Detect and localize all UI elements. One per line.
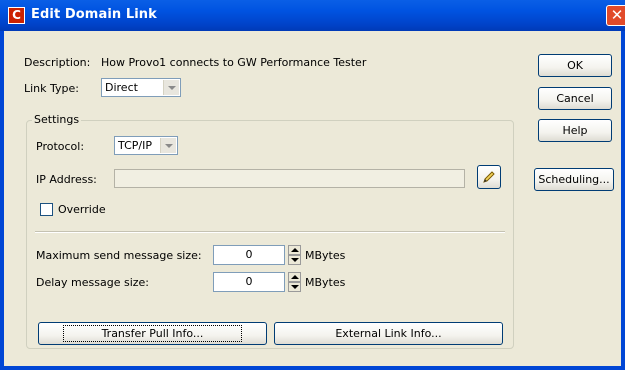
max-send-input[interactable]: 0 [213,245,285,265]
protocol-select[interactable]: TCP/IP [114,136,178,155]
spin-up-icon[interactable] [288,272,301,282]
link-type-select[interactable]: Direct [101,78,181,97]
transfer-pull-info-label: Transfer Pull Info... [62,325,243,342]
override-checkbox[interactable] [40,203,53,216]
max-send-unit: MBytes [305,249,346,262]
description-value: How Provo1 connects to GW Performance Te… [101,56,367,69]
chevron-down-icon[interactable] [160,138,176,153]
transfer-pull-info-button[interactable]: Transfer Pull Info... [38,322,267,345]
pencil-icon [483,171,495,183]
edit-domain-link-dialog: C Edit Domain Link ✕ Description: How Pr… [0,0,625,370]
window-title: Edit Domain Link [31,7,157,22]
delay-label: Delay message size: [36,276,150,289]
cancel-button[interactable]: Cancel [538,87,612,110]
max-send-spinner[interactable] [288,245,301,265]
window-border-left [0,31,4,370]
ip-address-input[interactable] [114,169,465,188]
close-icon[interactable]: ✕ [606,5,625,26]
help-button[interactable]: Help [538,119,612,142]
settings-group [26,120,514,349]
ok-button[interactable]: OK [538,54,612,77]
description-label: Description: [24,56,91,69]
delay-input[interactable]: 0 [213,272,285,292]
protocol-value: TCP/IP [118,139,152,152]
external-link-info-button[interactable]: External Link Info... [274,322,503,345]
edit-ip-button[interactable] [477,165,501,189]
spin-up-icon[interactable] [288,245,301,255]
max-send-label: Maximum send message size: [36,249,202,262]
title-bar[interactable]: C Edit Domain Link ✕ [0,0,625,31]
scheduling-button[interactable]: Scheduling... [534,168,614,191]
override-label: Override [58,203,106,216]
app-icon: C [8,7,25,24]
window-border-right [621,31,625,370]
delay-unit: MBytes [305,276,346,289]
protocol-label: Protocol: [36,140,85,153]
window-border-bottom [0,366,625,370]
ok-label: OK [567,59,583,72]
delay-spinner[interactable] [288,272,301,292]
cancel-label: Cancel [556,92,594,105]
spin-down-icon[interactable] [288,282,301,292]
external-link-info-label: External Link Info... [335,327,442,340]
spin-down-icon[interactable] [288,255,301,265]
link-type-value: Direct [105,81,138,94]
ip-address-label: IP Address: [36,173,97,186]
scheduling-label: Scheduling... [538,173,610,186]
settings-title: Settings [32,113,82,126]
link-type-label: Link Type: [24,82,79,95]
settings-separator [35,231,505,233]
chevron-down-icon[interactable] [163,80,179,95]
help-label: Help [562,124,588,137]
